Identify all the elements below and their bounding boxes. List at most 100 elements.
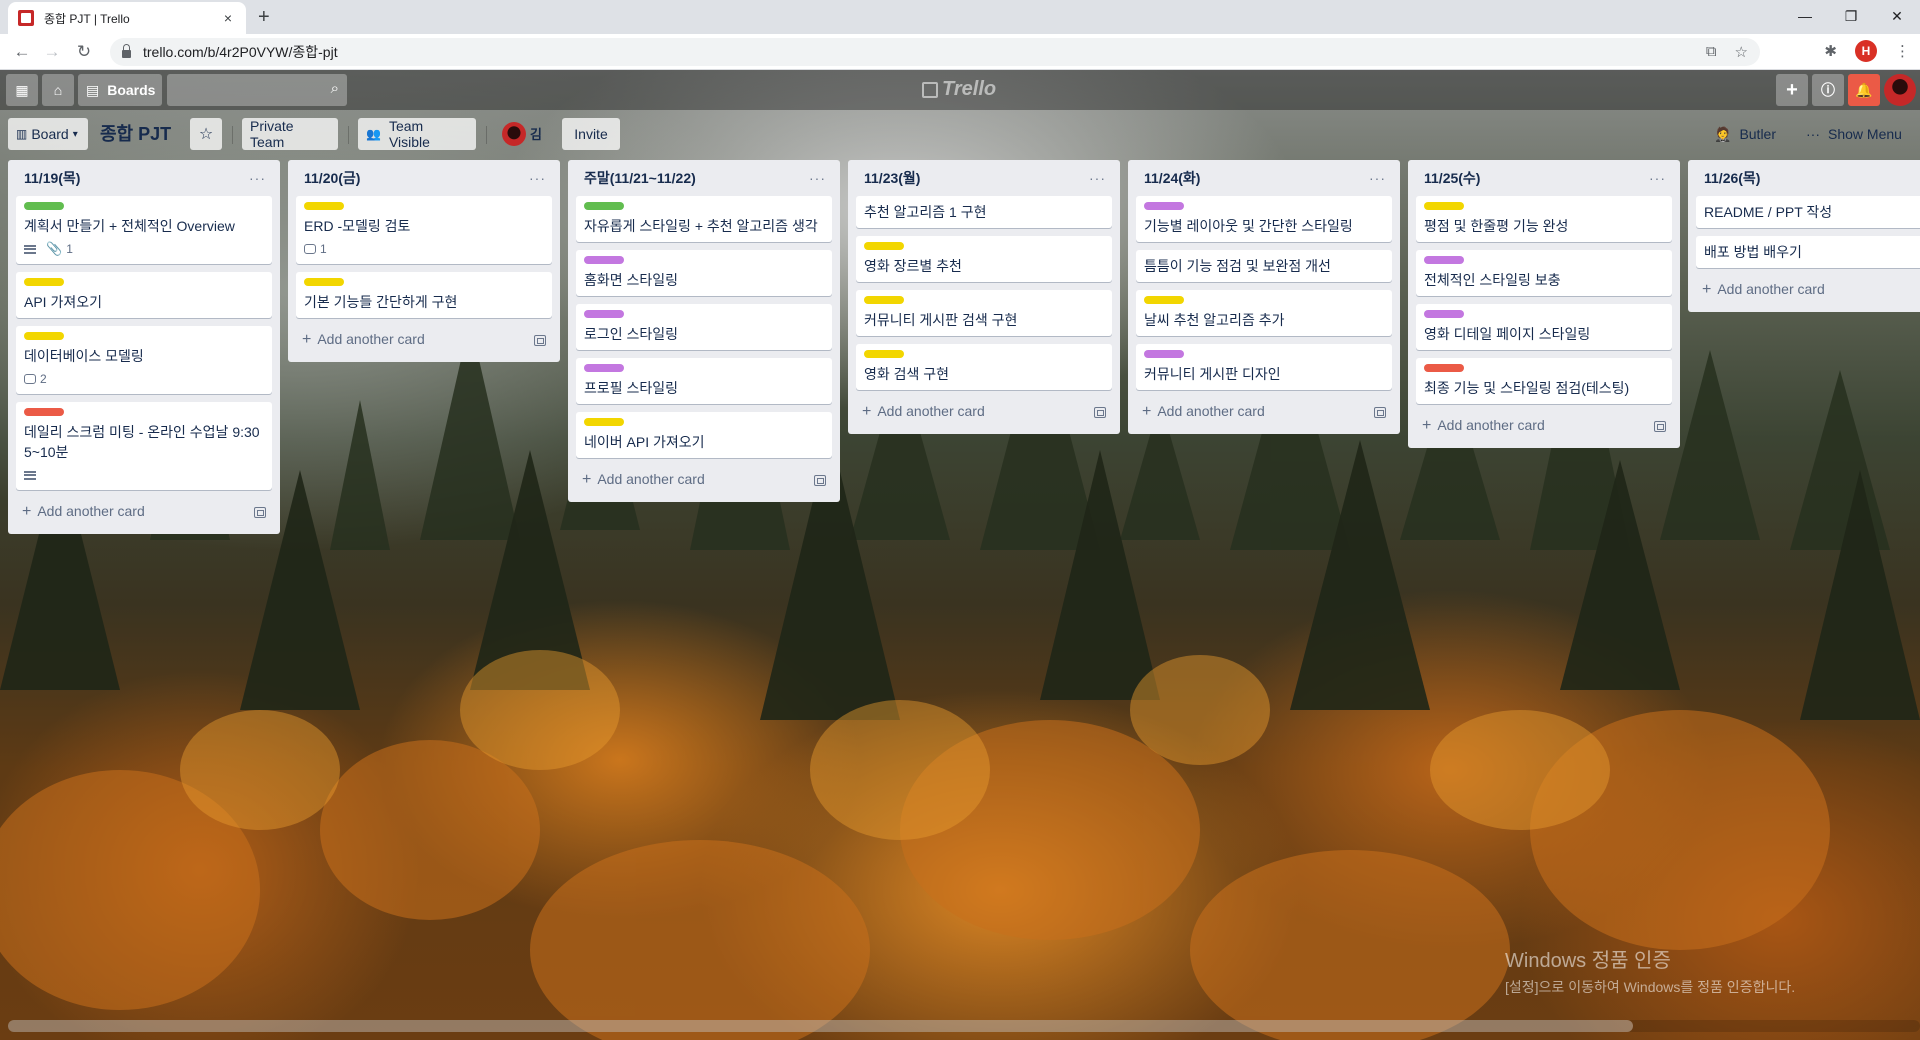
card-label[interactable] [1424,310,1464,318]
list-title[interactable]: 11/24(화) [1144,168,1200,188]
boards-button[interactable]: ▤ Boards [78,74,162,106]
list-menu-icon[interactable]: ··· [529,170,546,186]
card-template-icon[interactable] [1654,420,1666,432]
list-title[interactable]: 주말(11/21~11/22) [584,168,696,188]
card-label[interactable] [24,278,64,286]
list-title[interactable]: 11/19(목) [24,168,80,188]
board-horizontal-scrollbar[interactable] [8,1020,1920,1032]
card-label[interactable] [1144,296,1184,304]
invite-button[interactable]: Invite [562,118,620,150]
card[interactable]: 로그인 스타일링 [576,304,832,350]
forward-icon[interactable]: → [40,40,64,64]
card[interactable]: 프로필 스타일링 [576,358,832,404]
scrollbar-thumb[interactable] [8,1020,1633,1032]
card-label[interactable] [24,332,64,340]
url-field[interactable]: trello.com/b/4r2P0VYW/종합-pjt ⧉ ☆ [110,38,1760,66]
butler-button[interactable]: 🤵 Butler [1706,118,1792,150]
card[interactable]: 영화 장르별 추천 [856,236,1112,282]
minimize-button[interactable]: — [1782,2,1828,30]
card[interactable]: 커뮤니티 게시판 디자인 [1136,344,1392,390]
card-label[interactable] [24,202,64,210]
card-label[interactable] [584,256,624,264]
visibility-button[interactable]: 👥 Team Visible [358,118,476,150]
card-label[interactable] [24,408,64,416]
list-title[interactable]: 11/23(월) [864,168,920,188]
card-template-icon[interactable] [254,506,266,518]
card[interactable]: 홈화면 스타일링 [576,250,832,296]
list-header[interactable]: 11/19(목) ··· [16,160,272,196]
add-card-button[interactable]: + Add another card [1696,276,1920,304]
tab-close-icon[interactable]: × [220,10,236,26]
new-tab-button[interactable]: + [258,6,270,29]
card[interactable]: 계획서 만들기 + 전체적인 Overview 📎 1 [16,196,272,264]
card[interactable]: 날씨 추천 알고리즘 추가 [1136,290,1392,336]
private-team-button[interactable]: Private Team [242,118,338,150]
show-menu-button[interactable]: ··· Show Menu [1798,118,1916,150]
card[interactable]: 평점 및 한줄평 기능 완성 [1416,196,1672,242]
card[interactable]: 네이버 API 가져오기 [576,412,832,458]
add-card-button[interactable]: + Add another card [1416,412,1672,440]
profile-avatar[interactable]: H [1855,40,1877,62]
board-view-switcher[interactable]: ▥ Board ▾ [8,118,88,150]
list-header[interactable]: 11/26(목)··· [1696,160,1920,196]
list-title[interactable]: 11/26(목) [1704,168,1760,188]
card[interactable]: 커뮤니티 게시판 검색 구현 [856,290,1112,336]
card-template-icon[interactable] [1094,406,1106,418]
list-menu-icon[interactable]: ··· [249,170,266,186]
member-initial[interactable]: 김 [530,124,542,143]
list-menu-icon[interactable]: ··· [1649,170,1666,186]
star-board-button[interactable]: ☆ [190,118,222,150]
restore-button[interactable]: ❐ [1828,2,1874,30]
list-header[interactable]: 11/20(금) ··· [296,160,552,196]
list-menu-icon[interactable]: ··· [1089,170,1106,186]
card-label[interactable] [1424,202,1464,210]
extensions-icon[interactable]: ✱ [1824,42,1837,60]
list-header[interactable]: 11/25(수) ··· [1416,160,1672,196]
card[interactable]: 추천 알고리즘 1 구현 [856,196,1112,228]
create-plus-icon[interactable]: + [1776,74,1808,106]
card[interactable]: 기능별 레이아웃 및 간단한 스타일링 [1136,196,1392,242]
close-window-button[interactable]: ✕ [1874,2,1920,30]
card-template-icon[interactable] [534,334,546,346]
add-card-button[interactable]: + Add another card [1136,398,1392,426]
add-card-button[interactable]: + Add another card [296,326,552,354]
card-label[interactable] [864,350,904,358]
card[interactable]: 데일리 스크럼 미팅 - 온라인 수업날 9:30 5~10분 [16,402,272,490]
card[interactable]: 전체적인 스타일링 보충 [1416,250,1672,296]
card-template-icon[interactable] [814,474,826,486]
card-label[interactable] [584,310,624,318]
user-avatar[interactable] [1884,74,1916,106]
card[interactable]: API 가져오기 [16,272,272,318]
reload-icon[interactable]: ↻ [72,40,96,64]
bookmark-star-icon[interactable]: ☆ [1735,43,1748,61]
search-input[interactable]: ⌕ [167,74,347,106]
info-icon[interactable]: ⓘ [1812,74,1844,106]
card[interactable]: 영화 검색 구현 [856,344,1112,390]
trello-logo[interactable]: Trello [922,78,996,101]
card-label[interactable] [584,202,624,210]
translate-icon[interactable]: ⧉ [1706,43,1717,61]
card-label[interactable] [1144,350,1184,358]
board-title[interactable]: 종합 PJT [100,120,171,148]
list-header[interactable]: 11/23(월) ··· [856,160,1112,196]
card-label[interactable] [1424,364,1464,372]
browser-menu-icon[interactable]: ⋮ [1895,42,1910,60]
card[interactable]: 틈틈이 기능 점검 및 보완점 개선 [1136,250,1392,282]
browser-tab[interactable]: 종합 PJT | Trello × [8,2,246,34]
add-card-button[interactable]: + Add another card [576,466,832,494]
card-label[interactable] [304,278,344,286]
add-card-button[interactable]: + Add another card [16,498,272,526]
back-icon[interactable]: ← [10,40,34,64]
card-label[interactable] [584,364,624,372]
list-header[interactable]: 11/24(화) ··· [1136,160,1392,196]
list-title[interactable]: 11/25(수) [1424,168,1480,188]
card[interactable]: 기본 기능들 간단하게 구현 [296,272,552,318]
card-label[interactable] [864,242,904,250]
add-card-button[interactable]: + Add another card [856,398,1112,426]
list-title[interactable]: 11/20(금) [304,168,360,188]
card-label[interactable] [864,296,904,304]
card[interactable]: ERD -모델링 검토 1 [296,196,552,264]
card[interactable]: 최종 기능 및 스타일링 점검(테스팅) [1416,358,1672,404]
member-avatar[interactable] [502,122,526,146]
card-template-icon[interactable] [1374,406,1386,418]
